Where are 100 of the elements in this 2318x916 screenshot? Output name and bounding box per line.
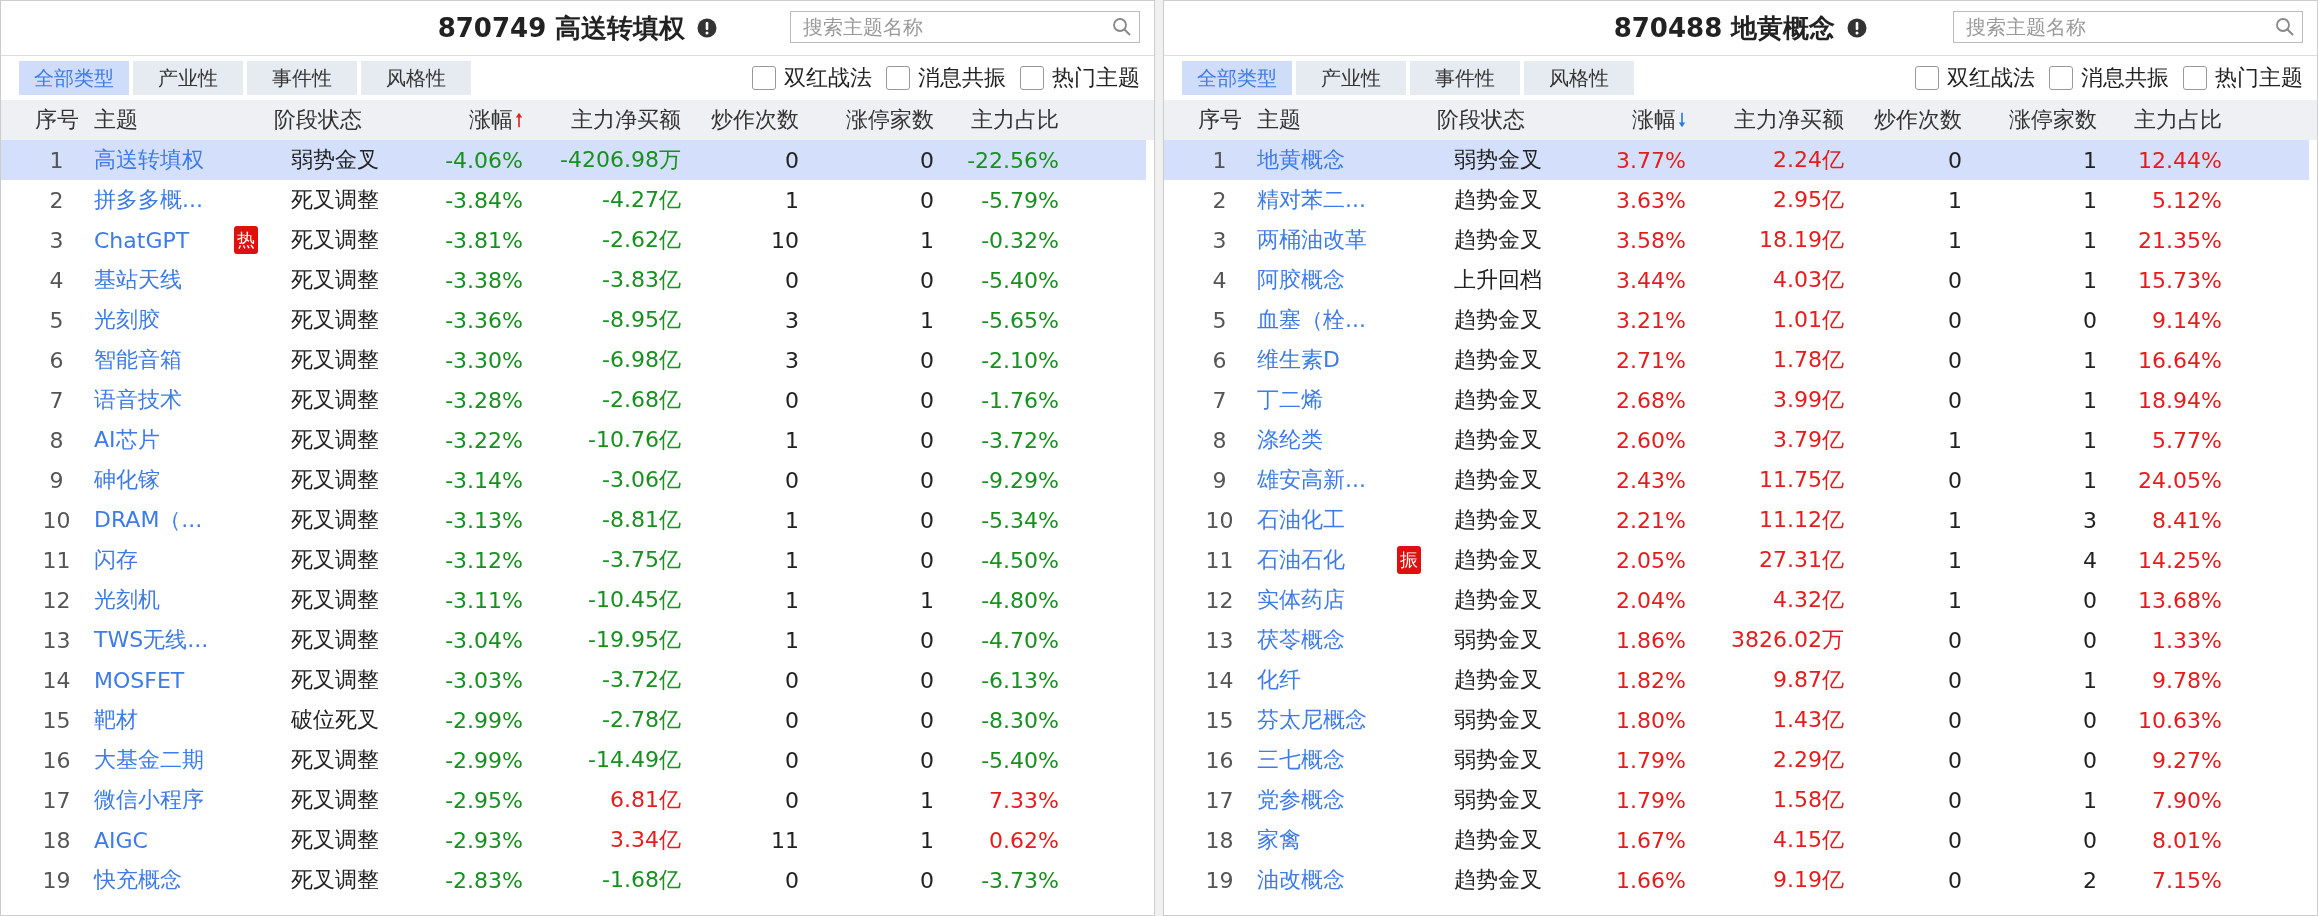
table-row[interactable]: 18 AIGC 死叉调整 -2.93% 3.34亿 11 1 0.62% [1,820,1154,860]
table-row[interactable]: 4 阿胶概念 上升回档 3.44% 4.03亿 0 1 15.73% [1164,260,2317,300]
theme-link[interactable]: 阿胶概念 [1257,267,1345,292]
table-row[interactable]: 16 大基金二期 死叉调整 -2.99% -14.49亿 0 0 -5.40% [1,740,1154,780]
table-row[interactable]: 14 化纤 趋势金叉 1.82% 9.87亿 0 1 9.78% [1164,660,2317,700]
checkbox-label[interactable]: 双红战法 [784,63,872,93]
column-header[interactable]: 主力占比 [2134,105,2222,135]
theme-link[interactable]: 拼多多概... [94,187,203,212]
column-header[interactable]: 主题 [94,105,138,135]
category-tab[interactable]: 事件性 [1410,61,1520,95]
table-row[interactable]: 14 MOSFET 死叉调整 -3.03% -3.72亿 0 0 -6.13% [1,660,1154,700]
table-row[interactable]: 2 精对苯二... 趋势金叉 3.63% 2.95亿 1 1 5.12% [1164,180,2317,220]
column-header[interactable]: 炒作次数 [1874,105,1962,135]
theme-link[interactable]: MOSFET [94,667,185,693]
theme-link[interactable]: 两桶油改革 [1257,227,1367,252]
table-row[interactable]: 11 闪存 死叉调整 -3.12% -3.75亿 1 0 -4.50% [1,540,1154,580]
theme-link[interactable]: 雄安高新... [1257,467,1366,492]
theme-link[interactable]: 三七概念 [1257,747,1345,772]
table-row[interactable]: 18 家禽 趋势金叉 1.67% 4.15亿 0 0 8.01% [1164,820,2317,860]
table-row[interactable]: 10 DRAM（... 死叉调整 -3.13% -8.81亿 1 0 -5.34% [1,500,1154,540]
theme-link[interactable]: 基站天线 [94,267,182,292]
table-row[interactable]: 3 ChatGPT 热 死叉调整 -3.81% -2.62亿 10 1 -0.32% [1,220,1154,260]
category-tab[interactable]: 产业性 [133,61,243,95]
table-row[interactable]: 9 砷化镓 死叉调整 -3.14% -3.06亿 0 0 -9.29% [1,460,1154,500]
theme-link[interactable]: 光刻机 [94,587,160,612]
checkbox[interactable] [752,66,776,90]
column-header[interactable]: 炒作次数 [711,105,799,135]
category-tab[interactable]: 风格性 [1524,61,1634,95]
theme-link[interactable]: 大基金二期 [94,747,204,772]
table-row[interactable]: 12 光刻机 死叉调整 -3.11% -10.45亿 1 1 -4.80% [1,580,1154,620]
theme-link[interactable]: 涤纶类 [1257,427,1323,452]
table-row[interactable]: 19 快充概念 死叉调整 -2.83% -1.68亿 0 0 -3.73% [1,860,1154,900]
info-icon[interactable] [697,18,718,38]
info-icon[interactable] [1847,18,1868,38]
checkbox-label[interactable]: 双红战法 [1947,63,2035,93]
theme-link[interactable]: 快充概念 [94,867,182,892]
table-row[interactable]: 8 涤纶类 趋势金叉 2.60% 3.79亿 1 1 5.77% [1164,420,2317,460]
search-field[interactable]: 搜索主题名称 [1953,11,2303,43]
theme-link[interactable]: 化纤 [1257,667,1301,692]
table-row[interactable]: 6 智能音箱 死叉调整 -3.30% -6.98亿 3 0 -2.10% [1,340,1154,380]
table-row[interactable]: 3 两桶油改革 趋势金叉 3.58% 18.19亿 1 1 21.35% [1164,220,2317,260]
checkbox-label[interactable]: 消息共振 [2081,63,2169,93]
theme-link[interactable]: DRAM（... [94,507,203,532]
checkbox-label[interactable]: 消息共振 [918,63,1006,93]
theme-link[interactable]: 闪存 [94,547,138,572]
table-row[interactable]: 17 微信小程序 死叉调整 -2.95% 6.81亿 0 1 7.33% [1,780,1154,820]
column-header[interactable]: 阶段状态 [1437,105,1525,135]
column-header[interactable]: 主力净买额 [571,105,681,135]
table-row[interactable]: 11 石油石化 振 趋势金叉 2.05% 27.31亿 1 4 14.25% [1164,540,2317,580]
table-row[interactable]: 17 党参概念 弱势金叉 1.79% 1.58亿 0 1 7.90% [1164,780,2317,820]
theme-link[interactable]: 芬太尼概念 [1257,707,1367,732]
theme-link[interactable]: ChatGPT [94,227,190,253]
column-header[interactable]: 涨幅 [1632,105,1676,135]
theme-link[interactable]: 家禽 [1257,827,1301,852]
theme-link[interactable]: 光刻胶 [94,307,160,332]
category-tab[interactable]: 风格性 [361,61,471,95]
table-row[interactable]: 15 靶材 破位死叉 -2.99% -2.78亿 0 0 -8.30% [1,700,1154,740]
column-header[interactable]: 主题 [1257,105,1301,135]
search-icon[interactable] [1112,17,1132,37]
column-header[interactable]: 涨停家数 [2009,105,2097,135]
column-header[interactable]: 涨幅 [469,105,513,135]
theme-link[interactable]: 丁二烯 [1257,387,1323,412]
theme-link[interactable]: 油改概念 [1257,867,1345,892]
theme-link[interactable]: 语音技术 [94,387,182,412]
table-row[interactable]: 2 拼多多概... 死叉调整 -3.84% -4.27亿 1 0 -5.79% [1,180,1154,220]
theme-link[interactable]: 维生素D [1257,347,1340,372]
category-tab[interactable]: 事件性 [247,61,357,95]
theme-link[interactable]: TWS无线... [94,627,209,652]
table-row[interactable]: 4 基站天线 死叉调整 -3.38% -3.83亿 0 0 -5.40% [1,260,1154,300]
theme-link[interactable]: 智能音箱 [94,347,182,372]
checkbox[interactable] [2049,66,2073,90]
theme-link[interactable]: AI芯片 [94,427,160,452]
theme-link[interactable]: 实体药店 [1257,587,1345,612]
theme-link[interactable]: 党参概念 [1257,787,1345,812]
table-row[interactable]: 8 AI芯片 死叉调整 -3.22% -10.76亿 1 0 -3.72% [1,420,1154,460]
theme-link[interactable]: 精对苯二... [1257,187,1366,212]
table-row[interactable]: 10 石油化工 趋势金叉 2.21% 11.12亿 1 3 8.41% [1164,500,2317,540]
table-row[interactable]: 9 雄安高新... 趋势金叉 2.43% 11.75亿 0 1 24.05% [1164,460,2317,500]
search-icon[interactable] [2275,17,2295,37]
table-row[interactable]: 12 实体药店 趋势金叉 2.04% 4.32亿 1 0 13.68% [1164,580,2317,620]
table-row[interactable]: 1 高送转填权 弱势金叉 -4.06% -4206.98万 0 0 -22.56% [1,140,1146,180]
column-header[interactable]: 主力占比 [971,105,1059,135]
table-row[interactable]: 5 血塞（栓... 趋势金叉 3.21% 1.01亿 0 0 9.14% [1164,300,2317,340]
table-row[interactable]: 6 维生素D 趋势金叉 2.71% 1.78亿 0 1 16.64% [1164,340,2317,380]
checkbox-label[interactable]: 热门主题 [2215,63,2303,93]
checkbox[interactable] [886,66,910,90]
column-header[interactable]: 序号 [1197,105,1242,135]
table-row[interactable]: 7 语音技术 死叉调整 -3.28% -2.68亿 0 0 -1.76% [1,380,1154,420]
table-row[interactable]: 1 地黄概念 弱势金叉 3.77% 2.24亿 0 1 12.44% [1164,140,2309,180]
checkbox-label[interactable]: 热门主题 [1052,63,1140,93]
checkbox[interactable] [2183,66,2207,90]
column-header[interactable]: 涨停家数 [846,105,934,135]
theme-link[interactable]: 微信小程序 [94,787,204,812]
column-header[interactable]: 主力净买额 [1734,105,1844,135]
table-row[interactable]: 16 三七概念 弱势金叉 1.79% 2.29亿 0 0 9.27% [1164,740,2317,780]
search-field[interactable]: 搜索主题名称 [790,11,1140,43]
theme-link[interactable]: 石油石化 [1257,547,1345,572]
checkbox[interactable] [1020,66,1044,90]
table-row[interactable]: 13 TWS无线... 死叉调整 -3.04% -19.95亿 1 0 -4.70% [1,620,1154,660]
table-row[interactable]: 19 油改概念 趋势金叉 1.66% 9.19亿 0 2 7.15% [1164,860,2317,900]
